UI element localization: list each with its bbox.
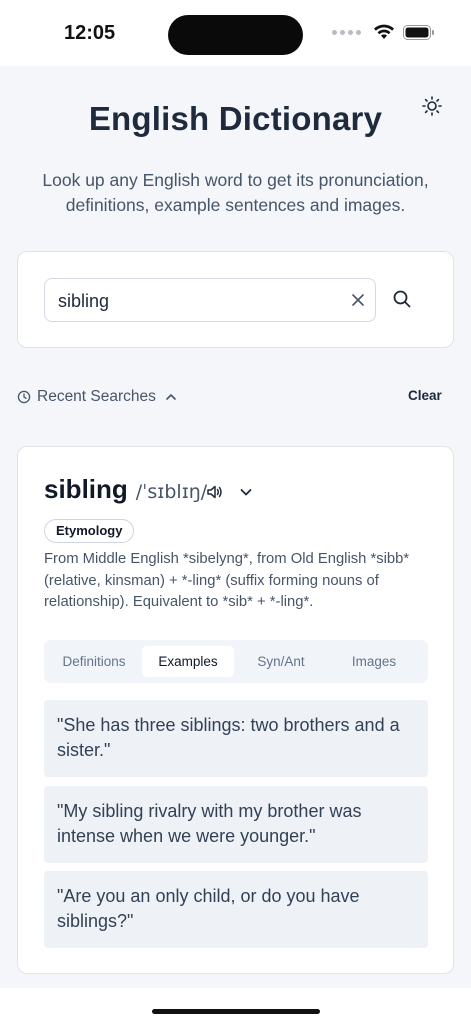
tab-examples[interactable]: Examples: [142, 646, 234, 677]
battery-icon: [403, 24, 434, 40]
chevron-up-icon: [166, 394, 176, 400]
search-box: [44, 278, 376, 322]
status-bar: 12:05: [0, 0, 471, 66]
example-sentence: "Are you an only child, or do you have s…: [44, 871, 428, 948]
tab-syn-ant[interactable]: Syn/Ant: [235, 646, 327, 677]
status-time: 12:05: [64, 22, 116, 44]
close-icon[interactable]: [349, 291, 367, 309]
clear-recent-button[interactable]: Clear: [408, 388, 442, 403]
etymology-text: From Middle English *sibelyng*, from Old…: [44, 551, 410, 610]
page-subtitle: Look up any English word to get its pron…: [42, 170, 429, 215]
phonetic: /ˈsɪblɪŋ/: [135, 481, 208, 503]
word-header: sibling /ˈsɪblɪŋ/: [44, 474, 207, 505]
tab-definitions[interactable]: Definitions: [48, 646, 140, 677]
signal-dots-icon: [332, 29, 361, 35]
headword: sibling: [44, 474, 128, 504]
search-icon[interactable]: [392, 289, 412, 309]
example-sentence: "She has three siblings: two brothers an…: [44, 700, 428, 777]
dynamic-island: [168, 15, 303, 55]
chevron-down-icon[interactable]: [238, 484, 254, 500]
search-card: [17, 251, 454, 348]
word-card: sibling /ˈsɪblɪŋ/ Etymology From Middle …: [17, 446, 454, 974]
example-sentence: "My sibling rivalry with my brother was …: [44, 786, 428, 863]
page-title: English Dictionary: [88, 100, 383, 137]
speaker-icon[interactable]: [206, 483, 224, 501]
bottom-safe-area: [0, 988, 471, 1024]
search-input[interactable]: [58, 288, 338, 314]
home-indicator: [152, 1009, 320, 1014]
wifi-icon: [374, 24, 394, 39]
recent-searches-toggle[interactable]: Recent Searches: [17, 386, 178, 408]
etymology-badge: Etymology: [44, 519, 135, 543]
tab-images[interactable]: Images: [328, 646, 420, 677]
recent-searches-label: Recent Searches: [37, 388, 156, 405]
clock-icon: [17, 390, 31, 404]
status-icons: [332, 24, 435, 40]
definition-tabs: Definitions Examples Syn/Ant Images: [44, 640, 428, 683]
